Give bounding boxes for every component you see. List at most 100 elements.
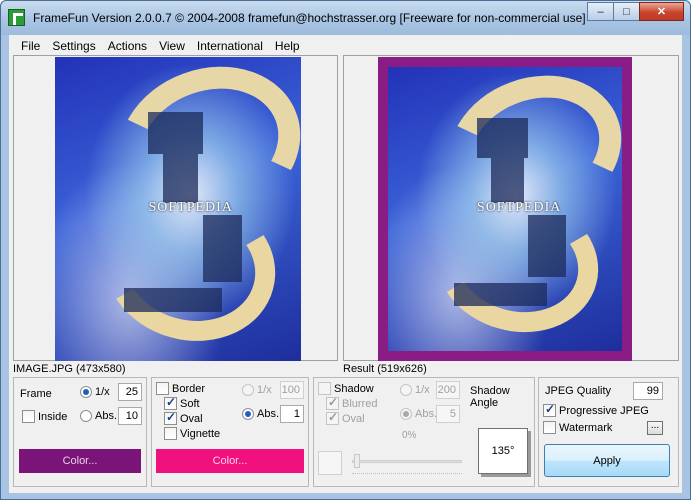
pixel-block xyxy=(202,215,242,282)
shadow-inverse-label: 1/x xyxy=(415,384,430,397)
radio-icon xyxy=(242,384,254,397)
pixel-block xyxy=(528,214,566,278)
frame-abs-radio[interactable]: Abs. xyxy=(80,410,118,423)
jpeg-quality-input[interactable]: 99 xyxy=(633,382,663,400)
border-vignette-checkbox[interactable]: Vignette xyxy=(164,427,220,440)
progressive-jpeg-label: Progressive JPEG xyxy=(559,404,649,417)
menu-actions[interactable]: Actions xyxy=(102,39,153,53)
app-window: FrameFun Version 2.0.0.7 © 2004-2008 fra… xyxy=(0,0,691,500)
source-image: SOFTPEDIA xyxy=(55,57,301,361)
shadow-inverse-radio[interactable]: 1/x xyxy=(400,384,430,397)
shadow-opacity-slider-thumb[interactable] xyxy=(354,454,360,468)
result-image-caption: Result (519x626) xyxy=(343,363,427,375)
image-watermark-text: SOFTPEDIA xyxy=(476,200,562,216)
border-oval-label: Oval xyxy=(180,412,203,425)
radio-icon xyxy=(400,384,412,397)
menu-help[interactable]: Help xyxy=(269,39,306,53)
frame-label: Frame xyxy=(20,388,52,400)
menu-bar: File Settings Actions View International… xyxy=(9,35,682,56)
border-abs-input[interactable]: 1 xyxy=(280,405,304,423)
border-color-button[interactable]: Color... xyxy=(156,449,304,473)
checkbox-icon xyxy=(543,402,556,417)
radio-icon xyxy=(80,410,92,423)
border-oval-checkbox[interactable]: Oval xyxy=(164,410,203,425)
border-soft-checkbox[interactable]: Soft xyxy=(164,395,200,410)
maximize-button[interactable]: □ xyxy=(613,2,640,21)
pixel-block xyxy=(148,111,203,155)
progressive-jpeg-checkbox[interactable]: Progressive JPEG xyxy=(543,402,649,417)
border-checkbox[interactable]: Border xyxy=(156,382,205,395)
shadow-blurred-label: Blurred xyxy=(342,397,378,410)
slider-ticks xyxy=(352,470,462,474)
shadow-blurred-checkbox[interactable]: Blurred xyxy=(326,395,378,410)
source-image-panel: SOFTPEDIA xyxy=(13,55,338,361)
result-image-panel: SOFTPEDIA xyxy=(343,55,679,361)
menu-international[interactable]: International xyxy=(191,39,269,53)
border-inverse-radio[interactable]: 1/x xyxy=(242,384,272,397)
watermark-checkbox[interactable]: Watermark xyxy=(543,421,612,434)
output-settings-group: JPEG Quality 99 Progressive JPEG Waterma… xyxy=(538,377,679,487)
minimize-button[interactable]: – xyxy=(587,2,614,21)
border-abs-label: Abs. xyxy=(257,408,280,421)
checkbox-icon xyxy=(164,395,177,410)
shadow-settings-group: Shadow Blurred Oval 1/x 200 Abs. 5 0% Sh… xyxy=(313,377,535,487)
client-area: File Settings Actions View International… xyxy=(9,35,682,493)
shadow-abs-label: Abs. xyxy=(415,408,438,421)
checkbox-icon xyxy=(318,382,331,395)
title-bar[interactable]: FrameFun Version 2.0.0.7 © 2004-2008 fra… xyxy=(1,1,690,35)
shadow-oval-checkbox[interactable]: Oval xyxy=(326,410,365,425)
pixel-block xyxy=(453,282,548,306)
framefun-app-icon xyxy=(8,9,25,26)
frame-color-button[interactable]: Color... xyxy=(19,449,141,473)
result-image: SOFTPEDIA xyxy=(388,67,622,351)
frame-inside-checkbox[interactable]: Inside xyxy=(22,410,67,423)
checkbox-icon xyxy=(164,410,177,425)
shadow-inverse-input[interactable]: 200 xyxy=(436,381,460,399)
frame-inverse-label: 1/x xyxy=(95,386,110,399)
shadow-opacity-slider-track[interactable] xyxy=(352,460,462,463)
pixel-block xyxy=(163,154,198,203)
frame-inverse-input[interactable]: 25 xyxy=(118,383,142,401)
frame-inside-label: Inside xyxy=(38,410,68,423)
border-soft-label: Soft xyxy=(180,397,200,410)
shadow-color-swatch[interactable] xyxy=(318,451,342,475)
window-controls: – □ ✕ xyxy=(587,2,684,21)
frame-abs-label: Abs. xyxy=(95,410,118,423)
apply-button[interactable]: Apply xyxy=(544,444,670,477)
radio-icon xyxy=(242,408,254,421)
shadow-oval-label: Oval xyxy=(342,412,365,425)
shadow-checkbox[interactable]: Shadow xyxy=(318,382,374,395)
result-frame: SOFTPEDIA xyxy=(378,57,632,361)
pixel-block xyxy=(490,157,524,204)
border-inverse-label: 1/x xyxy=(257,384,272,397)
menu-file[interactable]: File xyxy=(15,39,46,53)
border-label: Border xyxy=(172,382,206,395)
checkbox-icon xyxy=(543,421,556,434)
shadow-angle-picker[interactable]: 135° xyxy=(478,428,528,474)
shadow-angle-label: Shadow Angle xyxy=(470,385,510,409)
border-inverse-input[interactable]: 100 xyxy=(280,381,304,399)
frame-inverse-radio[interactable]: 1/x xyxy=(80,386,110,399)
frame-abs-input[interactable]: 10 xyxy=(118,407,142,425)
image-watermark-text: SOFTPEDIA xyxy=(148,199,233,215)
menu-settings[interactable]: Settings xyxy=(46,39,101,53)
menu-view[interactable]: View xyxy=(153,39,191,53)
jpeg-quality-label: JPEG Quality xyxy=(545,385,612,397)
shadow-opacity-value: 0% xyxy=(402,430,417,441)
pixel-block xyxy=(123,288,223,313)
checkbox-icon xyxy=(156,382,169,395)
checkbox-icon xyxy=(164,427,177,440)
checkbox-icon xyxy=(326,410,339,425)
radio-icon xyxy=(80,386,92,399)
border-vignette-label: Vignette xyxy=(180,427,221,440)
watermark-label: Watermark xyxy=(559,421,613,434)
border-abs-radio[interactable]: Abs. xyxy=(242,408,280,421)
shadow-abs-radio[interactable]: Abs. xyxy=(400,408,438,421)
close-button[interactable]: ✕ xyxy=(639,2,684,21)
watermark-options-button[interactable]: ... xyxy=(647,421,663,435)
window-title: FrameFun Version 2.0.0.7 © 2004-2008 fra… xyxy=(33,11,586,25)
shadow-abs-input[interactable]: 5 xyxy=(436,405,460,423)
radio-icon xyxy=(400,408,412,421)
pixel-block xyxy=(476,118,529,158)
border-settings-group: Border Soft Oval Vignette 1/x 100 Abs. 1… xyxy=(151,377,309,487)
